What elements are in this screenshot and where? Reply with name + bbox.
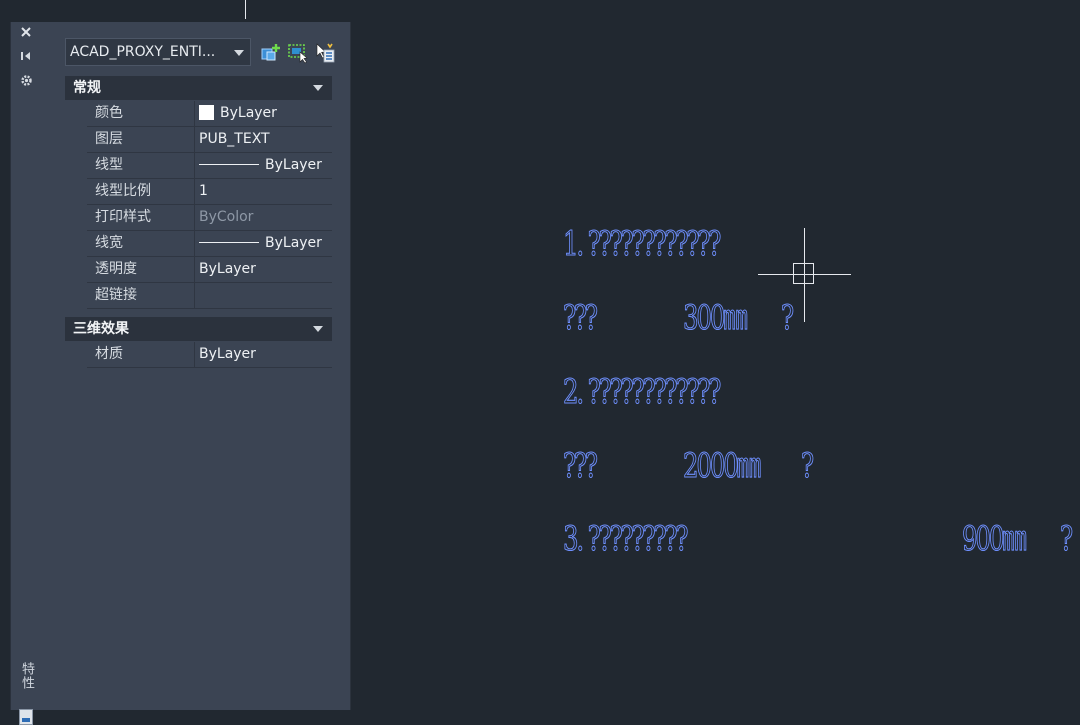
property-value-linetype[interactable]: ByLayer [195,153,332,178]
section-3d-effects-label: 三维效果 [73,321,129,337]
property-value-plot-style[interactable]: ByColor [195,205,332,230]
section-3d-effects-header[interactable]: 三维效果 [65,317,332,341]
property-row-transparency[interactable]: 透明度 ByLayer [87,257,332,283]
drawing-text-line-2-suffix[interactable]: ? [781,297,795,338]
section-general-header[interactable]: 常规 [65,76,332,100]
quick-select-icon[interactable] [314,42,336,64]
property-name: 材质 [87,342,195,367]
properties-palette-icon [19,709,33,725]
property-row-material[interactable]: 材质 ByLayer [87,342,332,368]
palette-title-strip[interactable]: 特性 [10,22,41,725]
property-row-color[interactable]: 颜色 ByLayer [87,101,332,127]
toggle-pickadd-icon[interactable] [260,42,282,64]
drawing-text-line-1[interactable]: 1. ???????????? [563,223,722,264]
chevron-down-icon [313,85,323,91]
canvas-tick-mark [245,0,246,19]
property-value-hyperlink[interactable] [195,283,332,308]
drawing-text-line-4-value[interactable]: 2000㎜ [683,445,762,486]
property-value-transparency[interactable]: ByLayer [195,257,332,282]
drawing-text-line-2-value[interactable]: 300㎜ [683,297,749,338]
object-type-dropdown[interactable]: ACAD_PROXY_ENTI... [65,38,251,66]
crosshair-pickbox [793,263,814,284]
property-value-text: ByLayer [220,105,277,121]
close-icon[interactable] [18,26,34,42]
property-name: 颜色 [87,101,195,126]
drawing-text-line-5-suffix[interactable]: ? [1060,518,1074,559]
property-name: 线宽 [87,231,195,256]
object-type-value: ACAD_PROXY_ENTI... [70,44,216,60]
property-name: 打印样式 [87,205,195,230]
drawing-text-line-5-label[interactable]: 3. ????????? [563,518,689,559]
property-name: 线型比例 [87,179,195,204]
drawing-text-line-2-label[interactable]: ??? [563,297,599,338]
property-value-text: ByLayer [265,235,322,251]
section-general-label: 常规 [73,80,101,96]
property-value-layer[interactable]: PUB_TEXT [195,127,332,152]
properties-palette: ACAD_PROXY_ENTI... 常规 颜色 ByLayer 图层 PUB_… [41,22,351,710]
auto-hide-icon[interactable] [18,50,34,66]
drawing-text-line-5-value[interactable]: 900㎜ [962,518,1028,559]
property-row-hyperlink[interactable]: 超链接 [87,283,332,309]
drawing-text-line-4-suffix[interactable]: ? [801,445,815,486]
property-row-layer[interactable]: 图层 PUB_TEXT [87,127,332,153]
property-row-linetype-scale[interactable]: 线型比例 1 [87,179,332,205]
color-swatch [199,105,214,120]
property-name: 超链接 [87,283,195,308]
property-name: 透明度 [87,257,195,282]
property-name: 图层 [87,127,195,152]
property-value-linetype-scale[interactable]: 1 [195,179,332,204]
chevron-down-icon [234,50,244,56]
lineweight-sample [199,242,259,243]
linetype-sample [199,164,259,165]
palette-title: 特性 [19,662,34,690]
property-value-text: ByLayer [265,157,322,173]
select-objects-icon[interactable] [287,42,309,64]
property-value-color[interactable]: ByLayer [195,101,332,126]
property-value-material[interactable]: ByLayer [195,342,332,367]
property-row-plot-style[interactable]: 打印样式 ByColor [87,205,332,231]
drawing-text-line-3[interactable]: 2. ???????????? [563,371,722,412]
settings-icon[interactable] [18,74,34,90]
property-row-linetype[interactable]: 线型 ByLayer [87,153,332,179]
chevron-down-icon [313,326,323,332]
property-name: 线型 [87,153,195,178]
property-row-lineweight[interactable]: 线宽 ByLayer [87,231,332,257]
property-value-lineweight[interactable]: ByLayer [195,231,332,256]
drawing-text-line-4-label[interactable]: ??? [563,445,599,486]
